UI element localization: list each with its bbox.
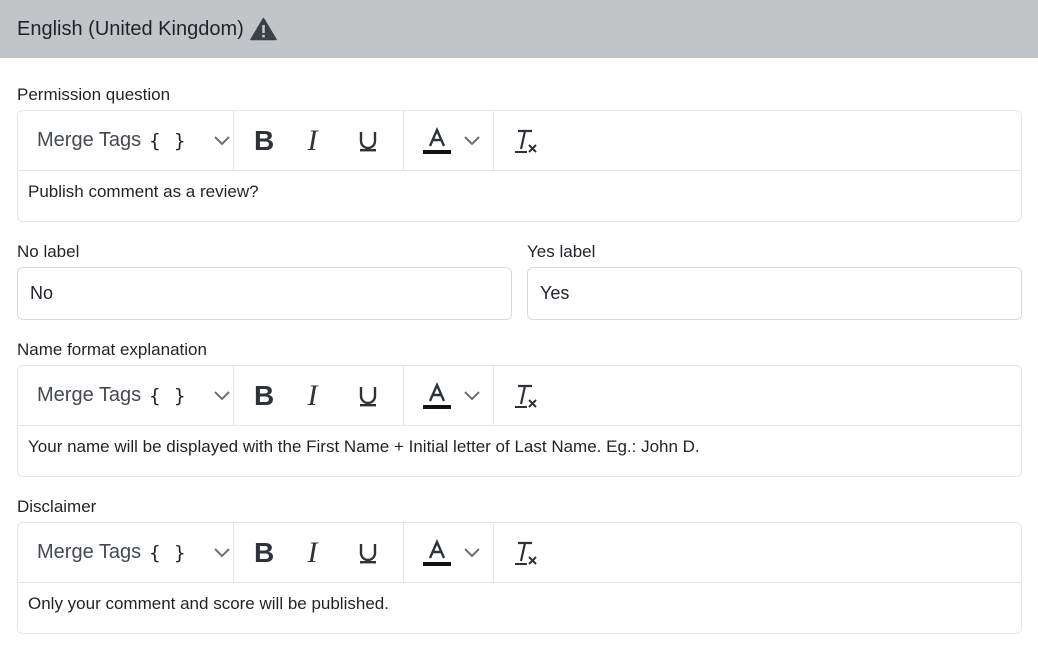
name-format-editor: Merge Tags { } B I Your name will be dis…	[17, 365, 1022, 477]
name-format-label: Name format explanation	[17, 340, 207, 359]
chevron-down-icon	[214, 135, 231, 145]
clear-format-icon	[515, 129, 537, 153]
permission-question-text[interactable]: Publish comment as a review?	[18, 171, 1021, 221]
italic-button[interactable]: I	[304, 533, 354, 573]
yes-label-input[interactable]: Yes	[527, 267, 1022, 320]
merge-tags-dropdown[interactable]: Merge Tags { }	[18, 523, 234, 582]
editor-toolbar: Merge Tags { } B I	[18, 111, 1021, 171]
format-group: B I	[234, 366, 404, 425]
underline-button[interactable]	[353, 376, 403, 416]
editor-toolbar: Merge Tags { } B I	[18, 366, 1021, 426]
bold-button[interactable]: B	[254, 376, 304, 416]
format-group: B I	[234, 523, 404, 582]
merge-tags-dropdown[interactable]: Merge Tags { }	[18, 366, 234, 425]
chevron-down-icon	[464, 135, 480, 145]
chevron-down-icon	[464, 547, 480, 557]
clear-format-button[interactable]	[494, 366, 554, 425]
language-header: English (United Kingdom)	[0, 0, 1038, 58]
merge-tags-braces: { }	[149, 541, 187, 564]
name-format-text[interactable]: Your name will be displayed with the Fir…	[18, 426, 1021, 476]
italic-button[interactable]: I	[304, 376, 354, 416]
text-color-icon	[423, 538, 451, 566]
editor-toolbar: Merge Tags { } B I	[18, 523, 1021, 583]
text-color-dropdown[interactable]	[404, 366, 494, 425]
no-label-input[interactable]: No	[17, 267, 512, 320]
clear-format-icon	[515, 384, 537, 408]
clear-format-button[interactable]	[494, 111, 554, 170]
chevron-down-icon	[464, 390, 480, 400]
merge-tags-braces: { }	[149, 384, 187, 407]
underline-button[interactable]	[353, 121, 403, 161]
chevron-down-icon	[214, 390, 231, 400]
italic-button[interactable]: I	[304, 121, 354, 161]
text-color-dropdown[interactable]	[404, 523, 494, 582]
permission-question-label: Permission question	[17, 85, 171, 104]
clear-format-icon	[515, 541, 537, 565]
disclaimer-label: Disclaimer	[17, 497, 97, 516]
format-group: B I	[234, 111, 404, 170]
disclaimer-editor: Merge Tags { } B I Only your comment and…	[17, 522, 1022, 634]
chevron-down-icon	[214, 547, 231, 557]
language-title: English (United Kingdom)	[17, 17, 244, 40]
bold-button[interactable]: B	[254, 533, 304, 573]
underline-icon	[360, 543, 377, 563]
clear-format-button[interactable]	[494, 523, 554, 582]
merge-tags-dropdown[interactable]: Merge Tags { }	[18, 111, 234, 170]
text-color-icon	[423, 381, 451, 409]
underline-icon	[360, 386, 377, 406]
no-label-label: No label	[17, 242, 80, 261]
merge-tags-label: Merge Tags	[37, 384, 142, 406]
underline-button[interactable]	[353, 533, 403, 573]
warning-triangle-icon	[250, 17, 277, 41]
yes-label-label: Yes label	[527, 242, 596, 261]
underline-icon	[360, 131, 377, 151]
disclaimer-text[interactable]: Only your comment and score will be publ…	[18, 583, 1021, 633]
merge-tags-braces: { }	[149, 129, 187, 152]
merge-tags-label: Merge Tags	[37, 541, 142, 563]
text-color-dropdown[interactable]	[404, 111, 494, 170]
permission-question-editor: Merge Tags { } B I Publish comment as a …	[17, 110, 1022, 222]
bold-button[interactable]: B	[254, 121, 304, 161]
text-color-icon	[423, 126, 451, 154]
merge-tags-label: Merge Tags	[37, 129, 142, 151]
